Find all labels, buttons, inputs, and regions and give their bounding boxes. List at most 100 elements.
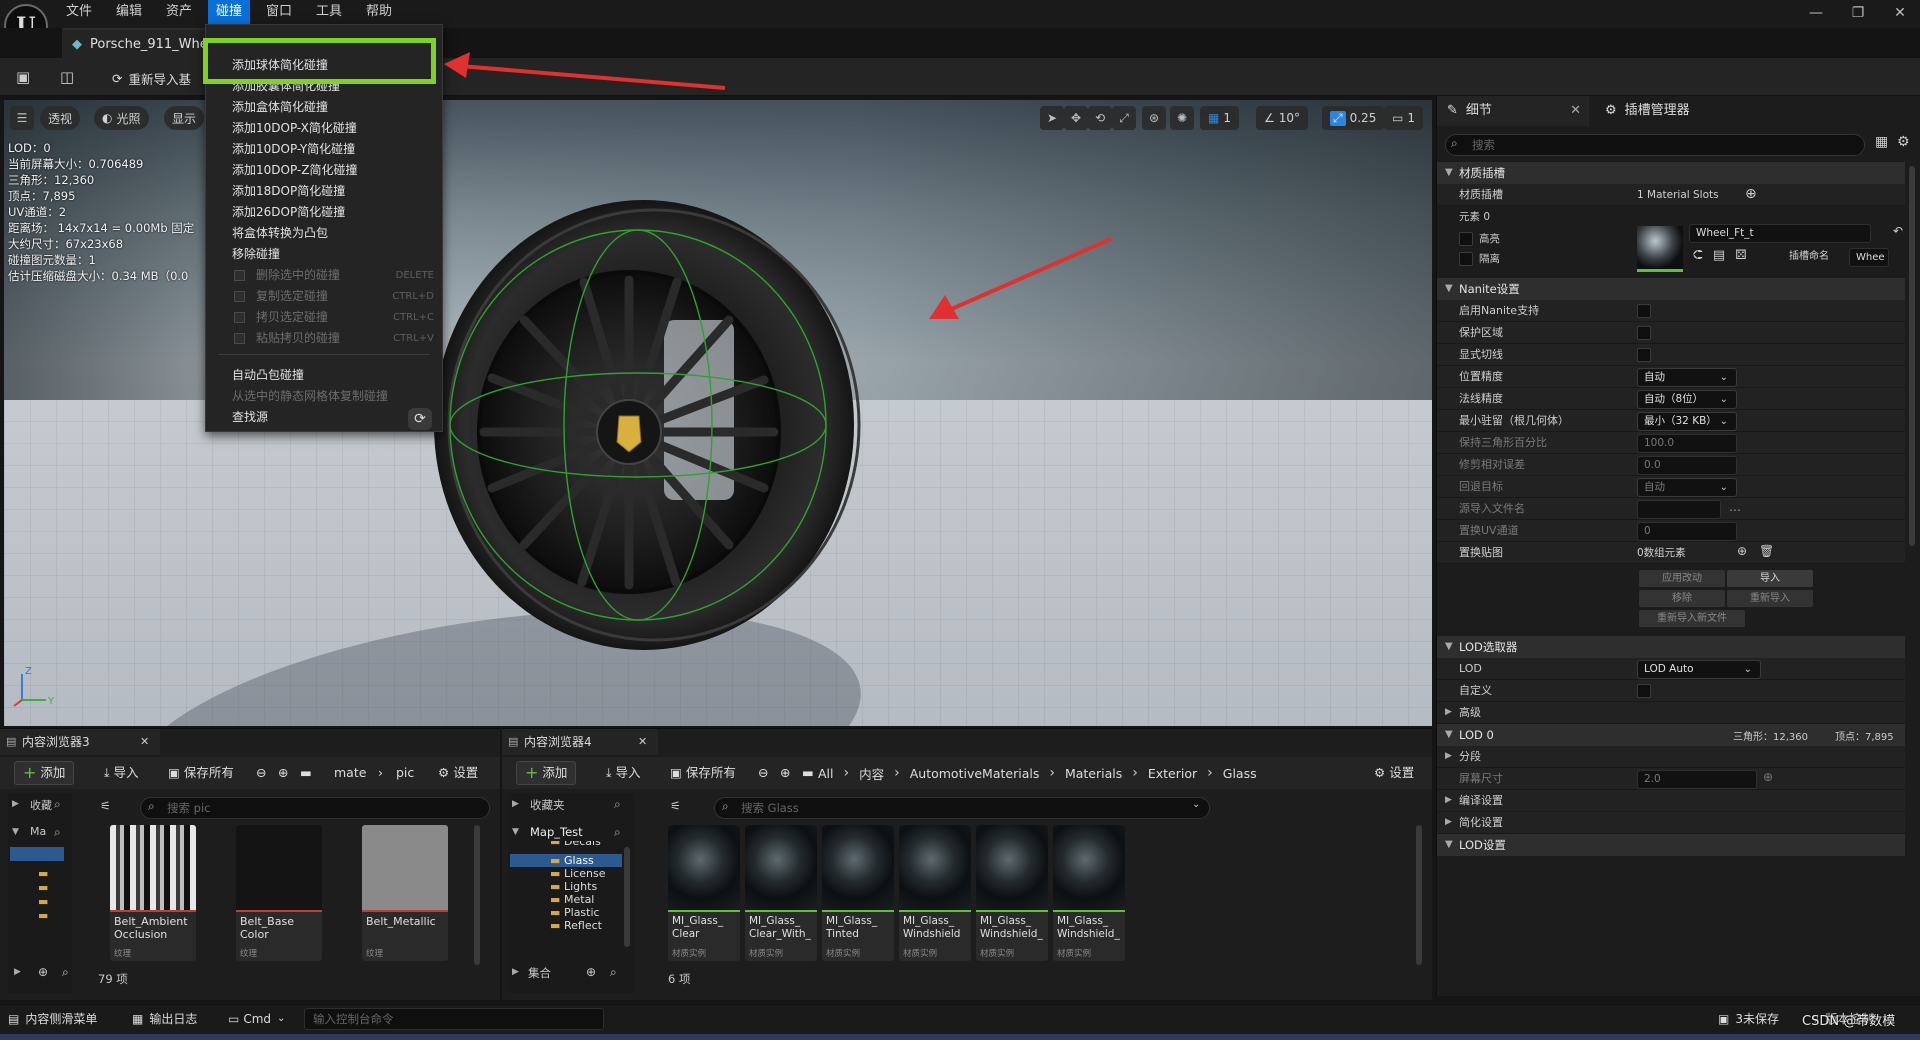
scale-snap-button[interactable]: ⤢ 0.25 bbox=[1322, 106, 1385, 130]
lod-select[interactable]: LOD Auto ⌄ bbox=[1637, 660, 1761, 679]
cb3-scrollbar[interactable] bbox=[474, 825, 480, 965]
search-icon[interactable]: ⌕ bbox=[610, 965, 617, 980]
folder-icons[interactable]: ▬ ▬ ▬ ▬ bbox=[38, 867, 48, 923]
custom-lod-checkbox[interactable] bbox=[1637, 684, 1651, 698]
reimport-new-file-button[interactable]: 重新导入新文件 bbox=[1639, 610, 1745, 627]
close-window-icon[interactable]: ✕ bbox=[1880, 2, 1920, 24]
tree-folder-item[interactable]: ▬ Metal bbox=[510, 893, 622, 906]
reimport-nanite-button[interactable]: 重新导入 bbox=[1727, 590, 1813, 607]
rotate-icon[interactable]: ⟲ bbox=[1088, 106, 1112, 130]
section-lod-picker[interactable]: ▼ LOD选取器 bbox=[1437, 636, 1905, 658]
slot-name-field[interactable]: Whee bbox=[1849, 248, 1889, 267]
tree-folder-item[interactable]: ▬ Decals bbox=[510, 841, 622, 847]
menu-tools[interactable]: 工具 bbox=[308, 0, 350, 24]
chevron-right-icon[interactable]: ▶ bbox=[14, 967, 21, 977]
screen-size-field[interactable]: 2.0 bbox=[1637, 770, 1757, 789]
cb4-project-label[interactable]: Map_Test bbox=[530, 825, 583, 839]
tree-folder-item[interactable]: ▬ License bbox=[510, 867, 622, 880]
search-icon[interactable]: ⌕ bbox=[54, 797, 61, 812]
chevron-right-icon[interactable]: ▶ bbox=[512, 967, 519, 977]
chevron-right-icon[interactable]: ▶ bbox=[12, 799, 19, 809]
nanite-checkbox[interactable] bbox=[1637, 326, 1651, 340]
cb3-root-label[interactable]: Ma bbox=[30, 825, 46, 838]
content-drawer-button[interactable]: ▤ 内容侧滑菜单 bbox=[8, 1004, 97, 1034]
grid-snap-button[interactable]: ▦ 1 bbox=[1200, 106, 1239, 130]
angle-snap-button[interactable]: ∠ 10° bbox=[1256, 106, 1309, 130]
filter-icon[interactable]: ⚟ bbox=[100, 799, 111, 813]
asset-thumbnail[interactable]: MI_Glass_ Windshield_ 材质实例 bbox=[1053, 825, 1125, 961]
perspective-button[interactable]: 透视 bbox=[40, 106, 81, 130]
section-material-slots[interactable]: ▼ 材质插槽 bbox=[1437, 162, 1905, 184]
details-search-input[interactable]: 搜索 bbox=[1445, 134, 1865, 156]
menu-file[interactable]: 文件 bbox=[58, 0, 100, 24]
menu-help[interactable]: 帮助 bbox=[358, 0, 400, 24]
close-tab-icon[interactable]: ✕ bbox=[1570, 96, 1581, 126]
chevron-down-icon[interactable]: ⌄ bbox=[1192, 799, 1200, 810]
breadcrumb-item[interactable]: AutomotiveMaterials bbox=[910, 766, 1040, 781]
cb4-import-button[interactable]: ⤓ 导入 bbox=[598, 761, 649, 785]
tab-content-browser-4[interactable]: 内容浏览器4 bbox=[502, 729, 658, 755]
menu-edit[interactable]: 编辑 bbox=[108, 0, 150, 24]
material-thumbnail[interactable] bbox=[1637, 226, 1683, 272]
asset-thumbnail[interactable]: MI_Glass_ Tinted 材质实例 bbox=[822, 825, 894, 961]
menu-auto-convex-collision[interactable]: 自动凸包碰撞 bbox=[206, 365, 442, 386]
browse-folder-icon[interactable]: ▤ bbox=[1713, 248, 1725, 263]
world-local-icon[interactable]: ✺ bbox=[1170, 106, 1194, 130]
nanite-select[interactable]: 自动 ⌄ bbox=[1637, 478, 1737, 497]
cb3-add-button[interactable]: + 添加 bbox=[14, 761, 75, 785]
nanite-checkbox[interactable] bbox=[1637, 304, 1651, 318]
chevron-right-icon[interactable]: ▶ bbox=[512, 799, 519, 809]
add-screen-size-icon[interactable]: ⊕ bbox=[1763, 770, 1773, 784]
apply-changes-button[interactable]: 应用改动 bbox=[1639, 570, 1725, 587]
tree-folder-item[interactable]: ▬ Glass bbox=[510, 854, 622, 867]
row-reduction-settings[interactable] bbox=[1437, 812, 1905, 834]
add-element-icon[interactable]: ⊕ bbox=[1737, 544, 1747, 558]
menu-add-10dop-y[interactable]: 添加10DOP-Y简化碰撞 bbox=[206, 139, 442, 160]
minimize-icon[interactable]: — bbox=[1796, 2, 1836, 24]
scale-icon[interactable]: ⤢ bbox=[1112, 106, 1136, 130]
cmd-dropdown[interactable]: ▭ Cmd ⌄ bbox=[228, 1004, 285, 1034]
surface-snap-icon[interactable]: ⊛ bbox=[1142, 106, 1166, 130]
asset-thumbnail[interactable]: MI_Glass_ Clear_With_ 材质实例 bbox=[745, 825, 817, 961]
nanite-select[interactable]: 自动 ⌄ bbox=[1637, 368, 1737, 387]
unsaved-button[interactable]: ▣ 3未保存 bbox=[1718, 1004, 1779, 1034]
table-view-icon[interactable]: ▦ bbox=[1875, 134, 1888, 150]
menu-window[interactable]: 窗口 bbox=[258, 0, 300, 24]
reimport-button[interactable]: ⟳ 重新导入基 bbox=[112, 68, 191, 88]
row-sections[interactable] bbox=[1437, 746, 1905, 768]
breadcrumb-item[interactable]: 内容 bbox=[859, 764, 884, 783]
tab-content-browser-3[interactable]: 内容浏览器3 bbox=[0, 729, 160, 755]
asset-thumbnail[interactable]: Belt_Ambient Occlusion 纹理 bbox=[110, 825, 196, 961]
remove-button[interactable]: 移除 bbox=[1639, 590, 1725, 607]
cb3-favorites-label[interactable]: 收藏 bbox=[30, 797, 52, 813]
lighting-button[interactable]: ◐ 光照 bbox=[94, 106, 149, 130]
cb4-save-all-button[interactable]: ▣ 保存所有 bbox=[662, 761, 744, 785]
asset-thumbnail[interactable]: MI_Glass_ Windshield_ 材质实例 bbox=[976, 825, 1048, 961]
cb3-selected-folder[interactable] bbox=[10, 847, 64, 861]
section-nanite-settings[interactable]: ▼ Nanite设置 bbox=[1437, 278, 1905, 300]
chevron-right-icon[interactable]: ▶ bbox=[1445, 751, 1452, 761]
menu-convert-box-to-convex[interactable]: 将盒体转换为凸包 bbox=[206, 223, 442, 244]
trash-icon[interactable]: 🗑 bbox=[1759, 544, 1774, 558]
menu-add-box-collision[interactable]: 添加盒体简化碰撞 bbox=[206, 97, 442, 118]
use-selected-icon[interactable]: ⮈ bbox=[1693, 248, 1703, 263]
highlight-checkbox[interactable] bbox=[1459, 232, 1473, 246]
cb4-search-input[interactable]: 搜索 Glass bbox=[714, 797, 1210, 819]
menu-add-10dop-z[interactable]: 添加10DOP-Z简化碰撞 bbox=[206, 160, 442, 181]
nanite-select[interactable]: 最小（32 KB） ⌄ bbox=[1637, 412, 1737, 431]
tree-folder-item[interactable]: ▬ Lights bbox=[510, 880, 622, 893]
asset-thumbnail[interactable]: MI_Glass_ Clear 材质实例 bbox=[668, 825, 740, 961]
cb3-path-pic[interactable]: pic bbox=[388, 761, 422, 785]
cb3-settings-button[interactable]: ⚙ 设置 bbox=[430, 761, 486, 785]
breadcrumb-item[interactable]: Materials bbox=[1065, 766, 1122, 781]
cb3-search-input[interactable]: 搜索 pic bbox=[140, 797, 490, 819]
section-lod-settings[interactable]: ▼ LOD设置 bbox=[1437, 834, 1905, 856]
close-tab-icon[interactable]: ✕ bbox=[140, 735, 149, 748]
tree-folder-item[interactable]: ▬ Reflect bbox=[510, 919, 622, 932]
add-collection-icon[interactable]: ⊕ bbox=[586, 965, 596, 979]
row-build-settings[interactable] bbox=[1437, 790, 1905, 812]
cb3-import-button[interactable]: ⤓ 导入 bbox=[96, 761, 147, 785]
menu-remove-collision[interactable]: 移除碰撞 bbox=[206, 244, 442, 265]
chevron-down-icon[interactable]: ▼ bbox=[12, 827, 19, 837]
tab-details[interactable]: ✎ 细节 ✕ bbox=[1437, 96, 1589, 126]
